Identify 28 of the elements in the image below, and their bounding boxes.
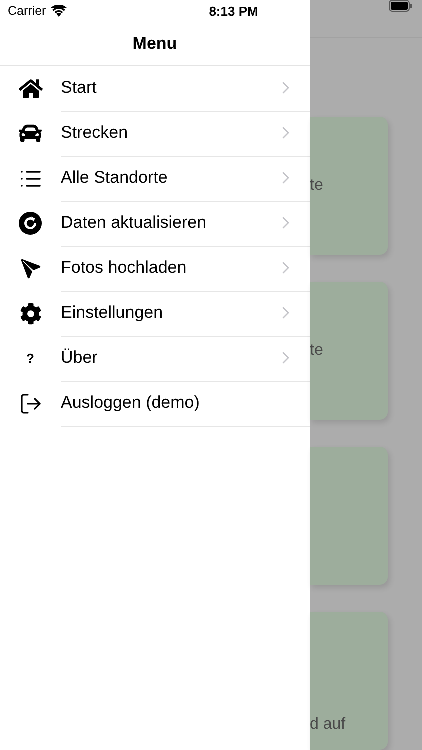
- card-text: d auf: [310, 716, 346, 734]
- menu-item-label: Strecken: [61, 123, 130, 143]
- menu-title: Menu: [132, 34, 178, 54]
- menu-item[interactable]: Strecken: [0, 111, 310, 156]
- status-time: 8:13 PM: [209, 4, 258, 18]
- paper-plane-icon: [20, 258, 42, 280]
- menu-item-label: Daten aktualisieren: [61, 213, 208, 233]
- logout-icon: [18, 392, 42, 416]
- card-text: te: [310, 342, 324, 360]
- menu-item[interactable]: Start: [0, 66, 310, 111]
- settings-icon: [20, 302, 42, 324]
- car-icon: [19, 122, 42, 145]
- menu-item[interactable]: Einstellungen: [0, 291, 310, 336]
- card-text: te: [310, 177, 324, 195]
- menu-item-label: Start: [61, 78, 98, 98]
- menu-item-label: Fotos hochladen: [61, 258, 188, 278]
- refresh-icon: [19, 212, 42, 235]
- battery-icon: [389, 0, 413, 12]
- wifi-icon: [51, 5, 68, 17]
- home-icon: [18, 76, 42, 100]
- menu-item[interactable]: Daten aktualisieren: [0, 201, 310, 246]
- menu-item-label: Alle Standorte: [61, 168, 169, 188]
- menu-item-label: Einstellungen: [61, 303, 164, 323]
- carrier-label: Carrier: [8, 4, 46, 18]
- menu-item[interactable]: Fotos hochladen: [0, 246, 310, 291]
- question-icon: ?: [26, 351, 34, 366]
- menu-item-label: Ausloggen (demo): [61, 393, 201, 413]
- menu-item-label: Über: [61, 348, 99, 368]
